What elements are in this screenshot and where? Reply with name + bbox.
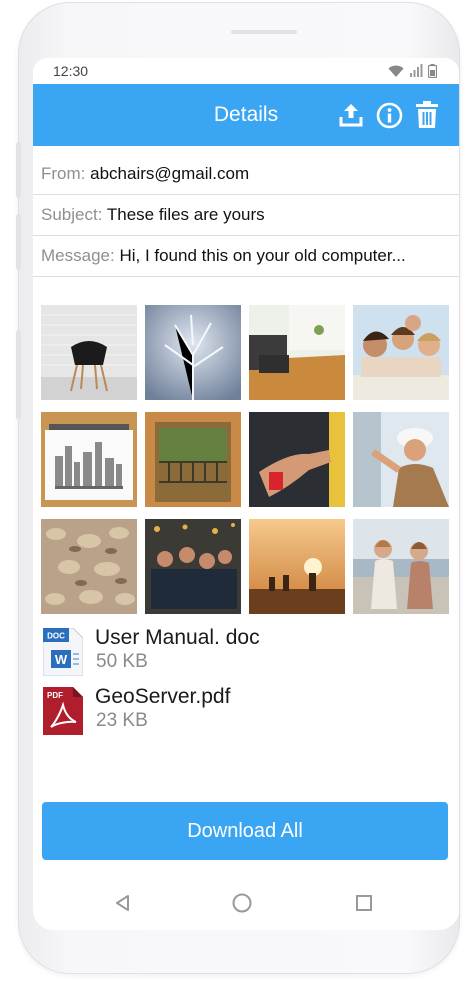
download-all-button[interactable]: Download All bbox=[42, 802, 448, 860]
photo-thumbnail[interactable] bbox=[41, 412, 137, 507]
attachment-name: User Manual. doc bbox=[95, 626, 260, 649]
speaker-grille bbox=[231, 30, 297, 34]
info-icon bbox=[376, 102, 402, 128]
pdf-icon: PDF bbox=[43, 687, 83, 735]
status-icons bbox=[388, 63, 437, 79]
side-button bbox=[16, 330, 21, 420]
word-doc-icon: DOC W bbox=[43, 628, 83, 676]
attachment-name: GeoServer.pdf bbox=[95, 685, 231, 708]
attachment-doc[interactable]: DOC W User Manual. doc 50 KB bbox=[41, 626, 441, 678]
app-bar: Details bbox=[33, 84, 459, 146]
from-value: abchairs@gmail.com bbox=[90, 164, 250, 183]
photo-thumbnail[interactable] bbox=[145, 412, 241, 507]
photo-thumbnail[interactable] bbox=[145, 519, 241, 614]
delete-button[interactable] bbox=[413, 101, 441, 129]
battery-icon bbox=[428, 64, 437, 78]
wifi-icon bbox=[388, 65, 404, 77]
phone-screen: 12:30 Details From: abchairs@gmail.com S… bbox=[33, 58, 459, 930]
home-button[interactable] bbox=[229, 890, 255, 916]
back-triangle-icon bbox=[116, 895, 129, 911]
status-bar: 12:30 bbox=[33, 58, 459, 84]
subject-row: Subject: These files are yours bbox=[33, 195, 459, 236]
photo-thumbnail[interactable] bbox=[353, 305, 449, 400]
recents-button[interactable] bbox=[351, 890, 377, 916]
message-label: Message: bbox=[41, 246, 115, 265]
pdf-badge: PDF bbox=[47, 691, 63, 700]
trash-icon bbox=[416, 101, 438, 128]
message-row: Message: Hi, I found this on your old co… bbox=[33, 236, 459, 277]
home-circle-icon bbox=[232, 893, 252, 913]
subject-value: These files are yours bbox=[106, 205, 265, 224]
photo-thumbnail[interactable] bbox=[249, 305, 345, 400]
photo-thumbnail[interactable] bbox=[41, 519, 137, 614]
back-button[interactable] bbox=[110, 890, 136, 916]
info-button[interactable] bbox=[375, 101, 403, 129]
svg-text:W: W bbox=[55, 652, 68, 667]
subject-label: Subject: bbox=[41, 205, 103, 224]
photo-thumbnail[interactable] bbox=[145, 305, 241, 400]
message-value: Hi, I found this on your old computer... bbox=[119, 246, 406, 265]
status-time: 12:30 bbox=[53, 63, 89, 79]
photo-thumbnail[interactable] bbox=[353, 412, 449, 507]
navigation-bar bbox=[33, 882, 459, 922]
photo-thumbnail[interactable] bbox=[249, 519, 345, 614]
attachment-size: 23 KB bbox=[96, 710, 148, 731]
from-row: From: abchairs@gmail.com bbox=[33, 154, 459, 195]
from-label: From: bbox=[41, 164, 86, 183]
attachment-size: 50 KB bbox=[96, 651, 148, 672]
photo-thumbnail[interactable] bbox=[249, 412, 345, 507]
doc-badge: DOC bbox=[47, 632, 65, 641]
side-button bbox=[16, 142, 21, 198]
upload-button[interactable] bbox=[337, 101, 365, 129]
photo-thumbnail[interactable] bbox=[353, 519, 449, 614]
attachment-pdf[interactable]: PDF GeoServer.pdf 23 KB bbox=[41, 685, 441, 737]
recents-square-icon bbox=[356, 895, 372, 911]
upload-icon bbox=[339, 104, 363, 127]
signal-icon bbox=[410, 64, 423, 77]
side-button bbox=[16, 214, 21, 270]
photo-thumbnail[interactable] bbox=[41, 305, 137, 400]
